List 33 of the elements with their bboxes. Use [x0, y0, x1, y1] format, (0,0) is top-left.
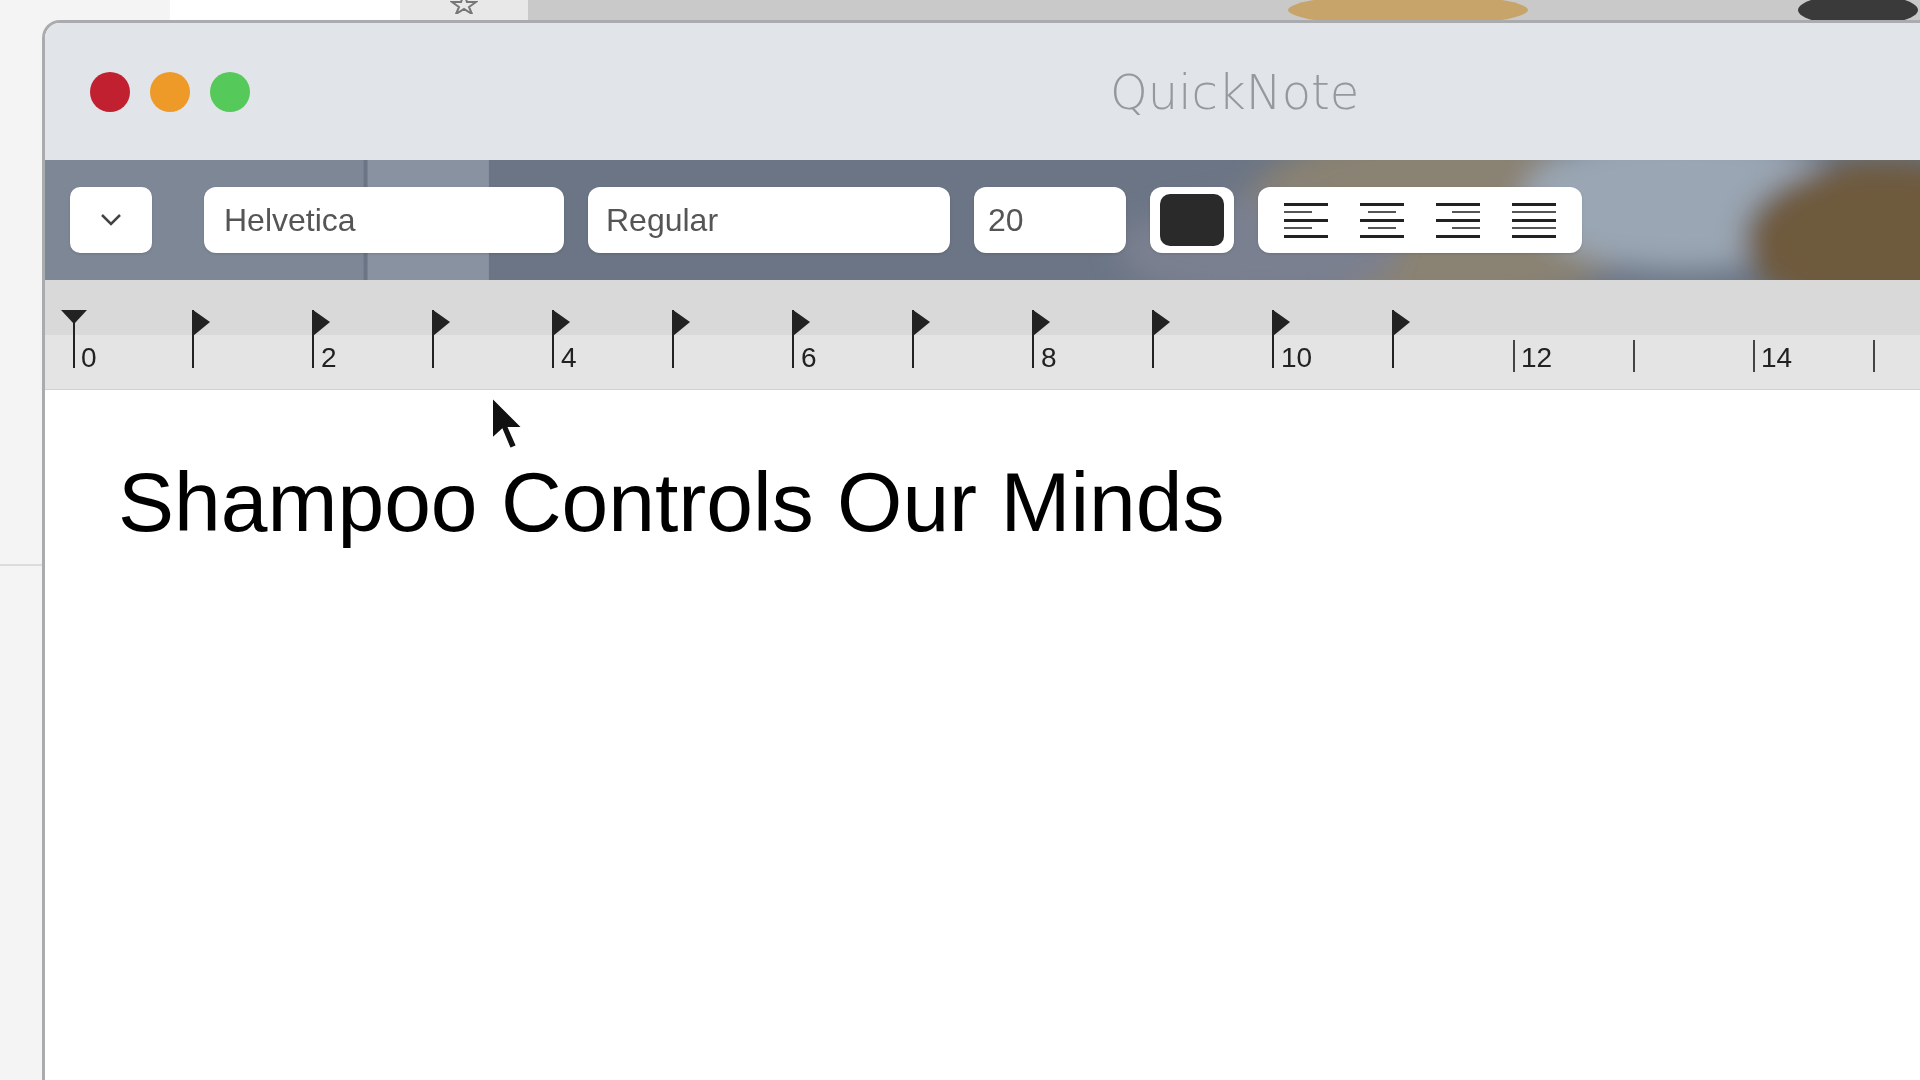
tab-stop-marker[interactable]: [1152, 310, 1172, 368]
align-left-icon: [1283, 201, 1329, 239]
ruler-number: 10: [1281, 344, 1313, 372]
font-family-field[interactable]: Helvetica: [204, 187, 564, 253]
tab-stop-marker[interactable]: [672, 310, 692, 368]
ruler-tick: [1873, 340, 1875, 372]
tab-stop-marker[interactable]: [192, 310, 212, 368]
star-icon[interactable]: [450, 0, 478, 14]
paragraph-styles-button[interactable]: [70, 187, 152, 253]
tab-stop-marker[interactable]: [912, 310, 932, 368]
color-swatch: [1160, 194, 1224, 246]
align-justify-icon: [1511, 201, 1557, 239]
ruler-number: 6: [801, 344, 817, 372]
ruler-number: 4: [561, 344, 577, 372]
font-size-field[interactable]: 20: [974, 187, 1126, 253]
ruler-number: 2: [321, 344, 337, 372]
ruler-number: 14: [1761, 344, 1793, 372]
ruler-tick: [1753, 340, 1755, 372]
font-style-field[interactable]: Regular: [588, 187, 950, 253]
document-text: Shampoo Controls Our Minds: [118, 454, 1226, 551]
ruler-tick: [1513, 340, 1515, 372]
align-right-icon: [1435, 201, 1481, 239]
ruler-tick: [1633, 340, 1635, 372]
ruler-number: 0: [81, 344, 97, 372]
window-title: QuickNote: [1110, 62, 1360, 122]
ruler-number: 12: [1521, 344, 1553, 372]
text-color-button[interactable]: [1150, 187, 1234, 253]
close-button[interactable]: [90, 71, 130, 112]
align-center-icon: [1359, 201, 1405, 239]
ruler-number: 8: [1041, 344, 1057, 372]
chevron-down-icon: [100, 213, 122, 227]
tab-stop-marker[interactable]: [1392, 310, 1412, 368]
tab-stop-marker[interactable]: [432, 310, 452, 368]
